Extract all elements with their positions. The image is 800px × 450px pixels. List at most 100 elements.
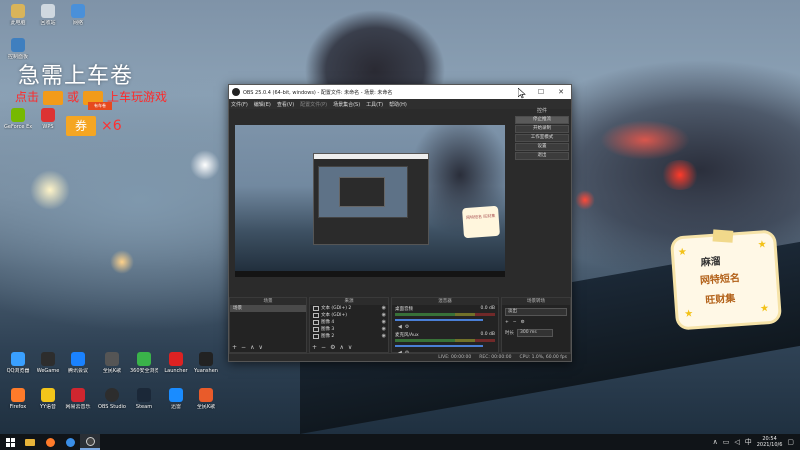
add-icon[interactable]: + bbox=[312, 344, 317, 351]
game-icon bbox=[199, 352, 213, 366]
scenes-header: 场景 bbox=[230, 298, 306, 305]
clock-date: 2021/10/6 bbox=[756, 442, 783, 448]
window-title: OBS 25.0.4 (64-bit, windows) - 配置文件: 未命名… bbox=[243, 89, 393, 96]
windows-icon bbox=[5, 437, 15, 447]
desktop-icon[interactable]: 腾讯会议 bbox=[64, 352, 92, 374]
desktop-icon[interactable]: Steam bbox=[130, 388, 158, 410]
notification-icon[interactable]: ▢ bbox=[787, 438, 794, 446]
taskbar-obs[interactable] bbox=[80, 434, 100, 450]
volume-slider[interactable] bbox=[395, 345, 483, 347]
menu-help[interactable]: 帮助(H) bbox=[389, 101, 407, 108]
volume-icon[interactable]: ◁ bbox=[734, 438, 739, 446]
eye-icon[interactable]: ◉ bbox=[382, 319, 386, 326]
menu-view[interactable]: 查看(V) bbox=[277, 101, 294, 108]
taskbar-edge[interactable] bbox=[60, 434, 80, 450]
desktop-icon[interactable]: 迅雷 bbox=[162, 388, 190, 410]
name-sticker: ★ ★ ★ ★ 麻溜 网特短名 旺财集 bbox=[673, 229, 779, 328]
menu-file[interactable]: 文件(F) bbox=[231, 101, 248, 108]
transition-select[interactable]: 淡出 bbox=[505, 308, 567, 316]
desktop-icon[interactable]: 网易云音乐 bbox=[64, 388, 92, 410]
desktop-icon[interactable]: WeGame bbox=[34, 352, 62, 374]
source-item[interactable]: 文本 (GDI+) 2 ◉ bbox=[310, 305, 388, 312]
studio-mode-button[interactable]: 工作室模式 bbox=[515, 134, 569, 142]
desktop-icon[interactable]: Firefox bbox=[4, 388, 32, 410]
image-source-icon bbox=[313, 320, 319, 325]
desktop-icon[interactable]: Launcher bbox=[162, 352, 190, 374]
stop-streaming-button[interactable]: 停止推流 bbox=[515, 116, 569, 124]
desktop-icon[interactable]: 全民K歌 bbox=[98, 352, 126, 374]
desktop-icon[interactable]: Yuanshen bbox=[192, 352, 220, 374]
network-icon[interactable]: ▭ bbox=[723, 438, 730, 446]
status-bar: LIVE: 00:00:00 REC: 00:00:00 CPU: 1.0%, … bbox=[229, 353, 571, 361]
gear-icon[interactable]: ⚙ bbox=[521, 319, 525, 326]
desktop-icon[interactable]: 此电脑 bbox=[4, 4, 32, 26]
volume-slider[interactable] bbox=[395, 319, 483, 321]
volume-meter bbox=[395, 313, 495, 316]
taskbar-firefox[interactable] bbox=[40, 434, 60, 450]
duration-row: 时长 300 ms bbox=[505, 329, 567, 337]
desktop-icon[interactable]: GeForce Experience bbox=[4, 108, 32, 130]
move-down-icon[interactable]: ∨ bbox=[258, 344, 262, 351]
star-icon: ★ bbox=[683, 308, 694, 320]
obs-logo-icon bbox=[232, 88, 240, 96]
tape-decoration bbox=[712, 229, 734, 243]
network-icon bbox=[71, 4, 85, 18]
menu-tools[interactable]: 工具(T) bbox=[366, 101, 383, 108]
remove-icon[interactable]: − bbox=[321, 344, 326, 351]
desktop-icon[interactable]: OBS Studio bbox=[98, 388, 126, 410]
desktop-icon[interactable]: 网络 bbox=[64, 4, 92, 26]
desktop-icon[interactable]: YY语音 bbox=[34, 388, 62, 410]
gear-icon[interactable]: ⚙ bbox=[405, 324, 409, 330]
source-item[interactable]: 图像 2 ◉ bbox=[310, 333, 388, 340]
gear-icon[interactable]: ⚙ bbox=[330, 344, 335, 351]
settings-button[interactable]: 设置 bbox=[515, 143, 569, 151]
preview-canvas[interactable]: 网特短名 旺财集 bbox=[235, 125, 505, 277]
eye-icon[interactable]: ◉ bbox=[382, 326, 386, 333]
car-badge-icon bbox=[43, 90, 64, 105]
maximize-icon[interactable]: ☐ bbox=[531, 85, 551, 99]
menu-edit[interactable]: 编辑(E) bbox=[254, 101, 271, 108]
image-source-icon bbox=[313, 334, 319, 339]
source-item[interactable]: 图像 4 ◉ bbox=[310, 319, 388, 326]
move-up-icon[interactable]: ∧ bbox=[250, 344, 254, 351]
firefox-icon bbox=[11, 388, 25, 402]
source-item[interactable]: 图像 3 ◉ bbox=[310, 326, 388, 333]
taskbar-explorer[interactable] bbox=[20, 434, 40, 450]
menu-scene-collection[interactable]: 场景集合(S) bbox=[333, 101, 360, 108]
desktop-icon[interactable]: 控制面板 bbox=[4, 38, 32, 60]
desktop-icon[interactable]: 360安全浏览器 bbox=[130, 352, 158, 374]
obs-window: OBS 25.0.4 (64-bit, windows) - 配置文件: 未命名… bbox=[228, 84, 572, 362]
clock[interactable]: 20:54 2021/10/6 bbox=[757, 436, 783, 448]
desktop-icon[interactable]: 回收站 bbox=[34, 4, 62, 26]
promo-title: 急需上车卷 bbox=[18, 64, 134, 89]
desktop-icon[interactable]: 全民K歌 bbox=[192, 388, 220, 410]
ime-icon[interactable]: 中 bbox=[745, 437, 752, 447]
start-button[interactable] bbox=[0, 434, 20, 450]
speaker-icon[interactable]: ◀ bbox=[398, 324, 402, 330]
karaoke-icon bbox=[105, 352, 119, 366]
start-recording-button[interactable]: 开始录制 bbox=[515, 125, 569, 133]
add-icon[interactable]: + bbox=[505, 319, 509, 326]
mixer-channel: 桌面音频 0.0 dB ◀ ⚙ bbox=[395, 306, 495, 330]
remove-icon[interactable]: − bbox=[241, 344, 246, 351]
close-icon[interactable]: ✕ bbox=[551, 85, 571, 99]
desktop-icon[interactable]: WPS bbox=[34, 108, 62, 130]
promo-play-text: 上车玩游戏 bbox=[107, 90, 168, 104]
browser-icon bbox=[65, 437, 75, 447]
move-up-icon[interactable]: ∧ bbox=[339, 344, 343, 351]
scene-item[interactable]: 场景 bbox=[230, 305, 306, 312]
eye-icon[interactable]: ◉ bbox=[382, 312, 386, 319]
duration-input[interactable]: 300 ms bbox=[517, 329, 553, 337]
desktop-icon[interactable]: QQ浏览器 bbox=[4, 352, 32, 374]
ticket-icon: 券 bbox=[66, 116, 96, 136]
add-icon[interactable]: + bbox=[232, 344, 237, 351]
eye-icon[interactable]: ◉ bbox=[382, 305, 386, 312]
move-down-icon[interactable]: ∨ bbox=[348, 344, 352, 351]
eye-icon[interactable]: ◉ bbox=[382, 333, 386, 340]
source-item[interactable]: 文本 (GDI+) ◉ bbox=[310, 312, 388, 319]
remove-icon[interactable]: − bbox=[513, 319, 517, 326]
menu-profile[interactable]: 配置文件(P) bbox=[300, 101, 327, 108]
chevron-up-icon[interactable]: ∧ bbox=[713, 438, 718, 446]
exit-button[interactable]: 退出 bbox=[515, 152, 569, 160]
promo-click-text: 点击 bbox=[15, 90, 40, 104]
